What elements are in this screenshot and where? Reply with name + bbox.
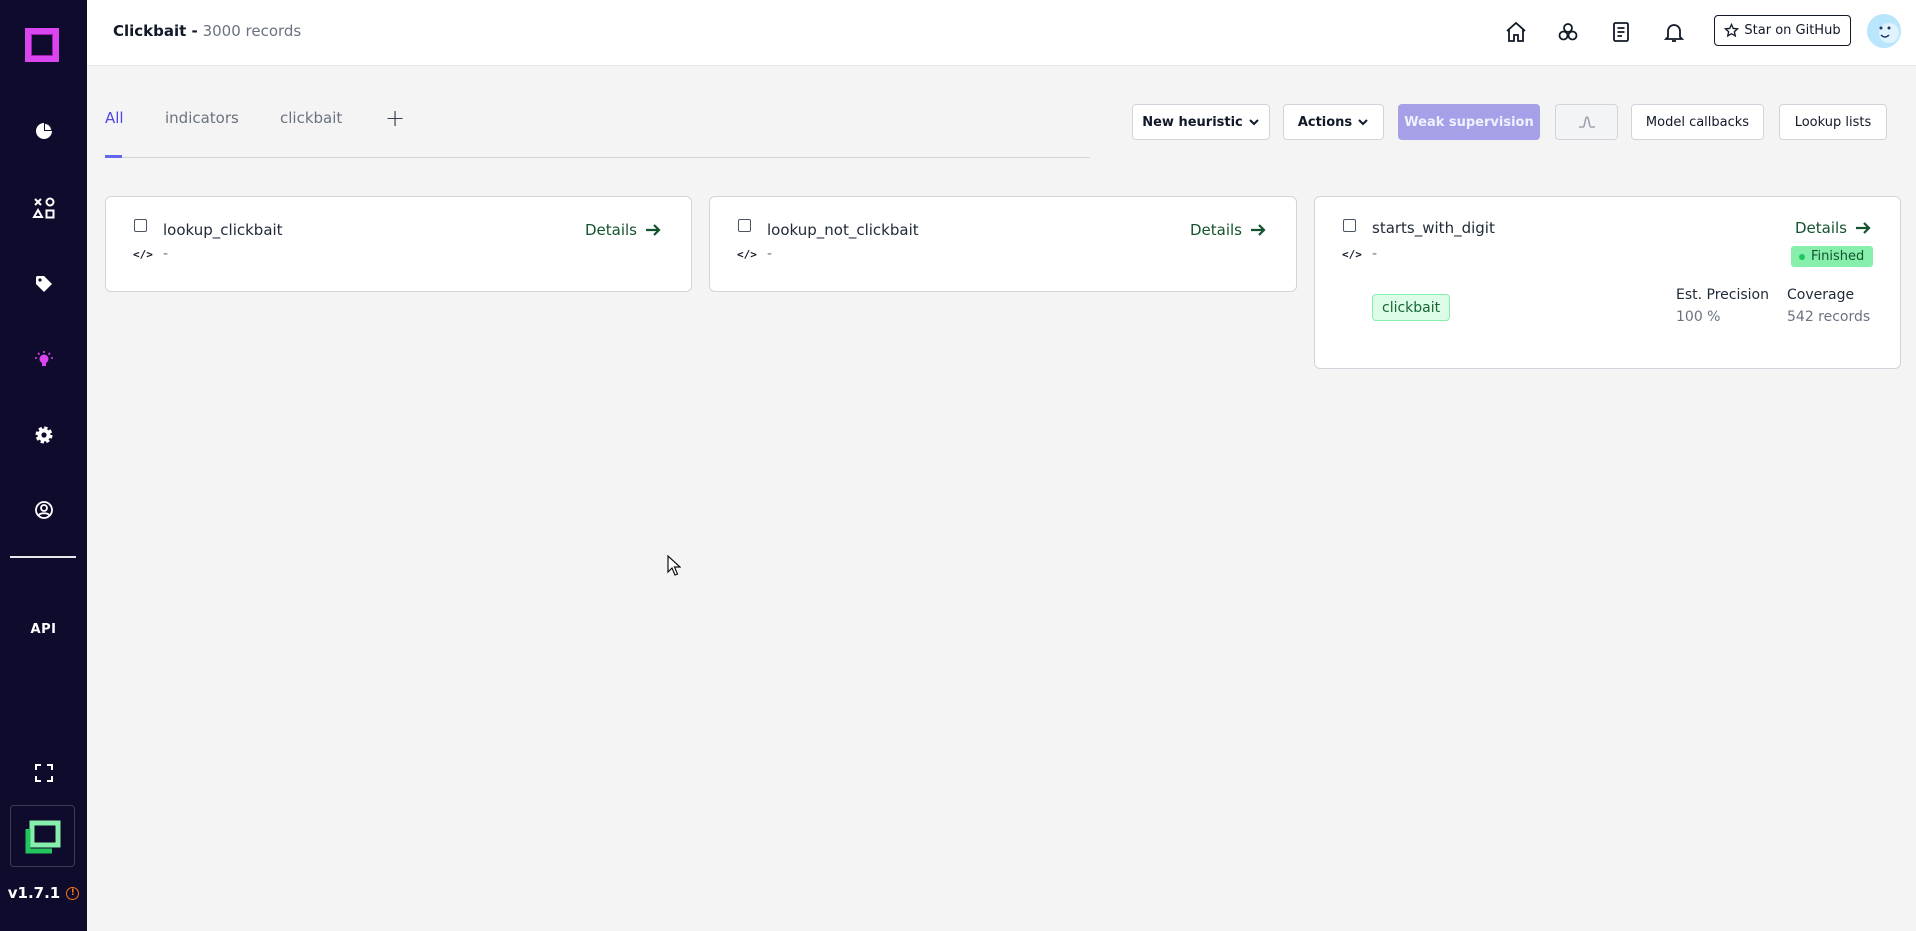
status-label: Finished (1811, 249, 1865, 264)
data-browser-shapes-icon[interactable] (0, 188, 87, 228)
heuristic-tabs: All indicators clickbait + (105, 102, 1090, 158)
details-label: Details (585, 221, 638, 239)
coverage-label: Coverage (1787, 287, 1855, 303)
code-icon: </> (1342, 248, 1362, 261)
details-link[interactable]: Details (1795, 219, 1871, 237)
coverage-value: 542 records (1787, 309, 1871, 325)
weak-supervision-button[interactable]: Weak supervision (1398, 104, 1540, 140)
heuristic-checkbox[interactable] (134, 219, 147, 232)
top-header: Clickbait - 3000 records Star on GitHub (87, 0, 1916, 66)
arrow-right-icon (646, 224, 661, 236)
details-label: Details (1190, 221, 1243, 239)
model-callbacks-label: Model callbacks (1645, 114, 1750, 130)
tab-all[interactable]: All (105, 109, 124, 127)
labeling-tag-icon[interactable] (0, 264, 87, 304)
home-icon[interactable] (1502, 18, 1530, 46)
heuristic-description: - (163, 246, 169, 262)
weak-supervision-label: Weak supervision (1404, 114, 1534, 130)
user-account-icon[interactable] (0, 490, 87, 530)
kern-logo-button[interactable] (10, 805, 75, 867)
mouse-cursor-icon (667, 554, 682, 581)
documentation-icon[interactable] (1607, 18, 1635, 46)
sidebar-divider (10, 556, 76, 558)
label-tag: clickbait (1372, 294, 1451, 321)
heuristic-card: lookup_clickbait </> - Details (105, 196, 692, 292)
warning-icon[interactable]: ! (66, 886, 80, 900)
fullscreen-icon[interactable] (0, 753, 87, 793)
heuristic-card: lookup_not_clickbait </> - Details (709, 196, 1297, 292)
star-icon (1724, 23, 1740, 38)
active-tab-indicator (105, 155, 122, 158)
precision-value: 100 % (1676, 309, 1721, 325)
heuristics-lightbulb-icon[interactable] (0, 340, 87, 380)
heuristic-description: - (767, 246, 773, 262)
app-logo-icon[interactable] (25, 28, 59, 62)
heuristic-name: lookup_not_clickbait (767, 221, 919, 239)
kern-logo-icon (25, 820, 61, 854)
heuristic-name: starts_with_digit (1372, 219, 1495, 237)
tab-clickbait[interactable]: clickbait (280, 109, 342, 127)
tab-indicators[interactable]: indicators (165, 109, 239, 127)
version-info: v1.7.1 ! (0, 884, 87, 902)
heuristic-checkbox[interactable] (1343, 219, 1356, 232)
actions-button[interactable]: Actions (1283, 104, 1384, 140)
new-heuristic-button[interactable]: New heuristic (1132, 104, 1270, 140)
chevron-down-icon (1249, 119, 1259, 126)
heuristic-description: - (1372, 246, 1378, 262)
user-avatar[interactable] (1867, 14, 1901, 48)
details-link[interactable]: Details (585, 221, 661, 239)
community-icon[interactable] (1554, 18, 1582, 46)
record-count: 3000 records (202, 22, 302, 40)
actions-label: Actions (1297, 114, 1353, 130)
code-icon: </> (737, 248, 757, 261)
heuristic-card: starts_with_digit </> - Details Finished… (1314, 196, 1901, 369)
code-icon: </> (133, 248, 153, 261)
add-tab-plus-icon[interactable]: + (385, 104, 405, 132)
project-title: Clickbait - 3000 records (113, 22, 301, 40)
settings-gear-icon[interactable] (0, 415, 87, 455)
github-label: Star on GitHub (1744, 23, 1841, 38)
heuristic-name: lookup_clickbait (163, 221, 283, 239)
version-label: v1.7.1 (7, 884, 61, 902)
new-heuristic-label: New heuristic (1142, 114, 1243, 130)
chevron-down-icon (1358, 119, 1368, 126)
heuristic-checkbox[interactable] (738, 219, 751, 232)
details-link[interactable]: Details (1190, 221, 1266, 239)
project-name: Clickbait - (113, 22, 198, 40)
sidebar: API v1.7.1 ! (0, 0, 87, 931)
notifications-bell-icon[interactable] (1660, 18, 1688, 46)
distribution-chart-button[interactable] (1555, 104, 1618, 140)
model-callbacks-button[interactable]: Model callbacks (1631, 104, 1764, 140)
overview-chart-icon[interactable] (0, 111, 87, 151)
star-on-github-button[interactable]: Star on GitHub (1714, 15, 1851, 46)
details-label: Details (1795, 219, 1848, 237)
lookup-lists-label: Lookup lists (1794, 114, 1872, 130)
status-badge: Finished (1791, 246, 1874, 267)
status-dot-icon (1799, 253, 1805, 260)
precision-label: Est. Precision (1676, 287, 1769, 303)
arrow-right-icon (1251, 224, 1266, 236)
wave-chart-icon (1578, 116, 1595, 128)
api-link[interactable]: API (0, 622, 87, 637)
arrow-right-icon (1856, 222, 1871, 234)
lookup-lists-button[interactable]: Lookup lists (1779, 104, 1887, 140)
